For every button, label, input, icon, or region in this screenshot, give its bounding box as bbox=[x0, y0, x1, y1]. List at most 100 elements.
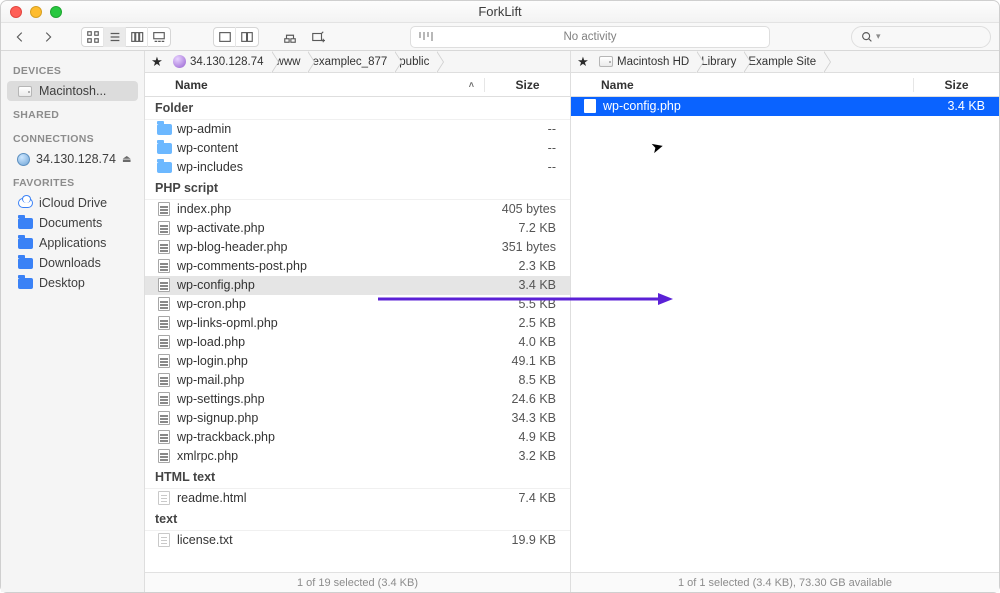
file-row[interactable]: wp-mail.php8.5 KB bbox=[145, 371, 570, 390]
search-icon bbox=[860, 30, 874, 44]
sidebar-item[interactable]: 34.130.128.74⏏ bbox=[7, 149, 138, 169]
view-list-button[interactable] bbox=[104, 27, 126, 47]
path-crumb[interactable]: Macintosh HD bbox=[595, 51, 697, 73]
activity-label: No activity bbox=[563, 31, 616, 43]
sidebar-item[interactable]: Downloads bbox=[7, 253, 138, 273]
favorite-star-icon[interactable]: ★ bbox=[145, 54, 169, 70]
forward-button[interactable] bbox=[37, 27, 59, 47]
file-name: wp-config.php bbox=[603, 99, 904, 113]
file-row[interactable]: wp-content-- bbox=[145, 139, 570, 158]
crumb-label: Macintosh HD bbox=[617, 56, 689, 68]
file-row[interactable]: wp-blog-header.php351 bytes bbox=[145, 238, 570, 257]
file-name: wp-load.php bbox=[177, 335, 475, 349]
activity-bar[interactable]: No activity bbox=[410, 26, 770, 48]
window: ForkLift No activity ▾ bbox=[0, 0, 1000, 593]
chevron-down-icon: ▾ bbox=[876, 31, 881, 42]
file-row[interactable]: license.txt19.9 KB bbox=[145, 531, 570, 550]
view-gallery-button[interactable] bbox=[148, 27, 170, 47]
file-row[interactable]: wp-config.php3.4 KB bbox=[145, 276, 570, 295]
file-name: wp-cron.php bbox=[177, 297, 475, 311]
file-name: wp-mail.php bbox=[177, 373, 475, 387]
file-row[interactable]: wp-links-opml.php2.5 KB bbox=[145, 314, 570, 333]
file-size: 24.6 KB bbox=[475, 392, 560, 406]
file-group-heading: HTML text bbox=[145, 466, 570, 489]
file-row[interactable]: wp-cron.php5.5 KB bbox=[145, 295, 570, 314]
file-size: 4.9 KB bbox=[475, 430, 560, 444]
view-columns-button[interactable] bbox=[126, 27, 148, 47]
sidebar-item[interactable]: iCloud Drive bbox=[7, 193, 138, 213]
file-size: 34.3 KB bbox=[475, 411, 560, 425]
file-size: 49.1 KB bbox=[475, 354, 560, 368]
php-file-icon bbox=[581, 99, 599, 113]
file-row[interactable]: wp-admin-- bbox=[145, 120, 570, 139]
path-crumb[interactable]: examplec_877 bbox=[308, 51, 395, 73]
column-size-header[interactable]: Size bbox=[485, 78, 570, 92]
folder-icon bbox=[17, 217, 33, 229]
sidebar-item[interactable]: Desktop bbox=[7, 273, 138, 293]
back-button[interactable] bbox=[9, 27, 31, 47]
file-row[interactable]: wp-trackback.php4.9 KB bbox=[145, 428, 570, 447]
sidebar: DEVICESMacintosh...SHAREDCONNECTIONS34.1… bbox=[1, 51, 145, 592]
file-row[interactable]: index.php405 bytes bbox=[145, 200, 570, 219]
right-file-list[interactable]: wp-config.php3.4 KB bbox=[571, 97, 999, 572]
window-title: ForkLift bbox=[478, 4, 521, 19]
file-row[interactable]: wp-config.php3.4 KB bbox=[571, 97, 999, 116]
file-row[interactable]: wp-comments-post.php2.3 KB bbox=[145, 257, 570, 276]
sidebar-item[interactable]: Documents bbox=[7, 213, 138, 233]
close-window-button[interactable] bbox=[10, 6, 22, 18]
file-row[interactable]: wp-settings.php24.6 KB bbox=[145, 390, 570, 409]
cloud-icon bbox=[17, 197, 33, 209]
crumb-label: Example Site bbox=[748, 56, 816, 68]
sidebar-item[interactable]: Macintosh... bbox=[7, 81, 138, 101]
hdd-icon bbox=[17, 85, 33, 97]
column-name-header[interactable]: Name bbox=[571, 78, 914, 92]
left-status-bar: 1 of 19 selected (3.4 KB) bbox=[145, 572, 570, 592]
php-file-icon bbox=[155, 202, 173, 216]
sidebar-item[interactable]: Applications bbox=[7, 233, 138, 253]
eject-icon[interactable]: ⏏ bbox=[122, 154, 131, 165]
view-icons-button[interactable] bbox=[82, 27, 104, 47]
column-name-header[interactable]: Name˄ bbox=[145, 78, 485, 92]
globe-icon bbox=[17, 153, 30, 165]
folder-icon bbox=[17, 257, 33, 269]
file-size: 3.4 KB bbox=[475, 278, 560, 292]
folder-icon bbox=[155, 124, 173, 135]
file-row[interactable]: wp-signup.php34.3 KB bbox=[145, 409, 570, 428]
file-name: wp-comments-post.php bbox=[177, 259, 475, 273]
favorite-star-icon[interactable]: ★ bbox=[571, 54, 595, 70]
dual-pane-button[interactable] bbox=[236, 27, 258, 47]
file-name: index.php bbox=[177, 202, 475, 216]
file-row[interactable]: wp-login.php49.1 KB bbox=[145, 352, 570, 371]
toolbar: No activity ▾ bbox=[1, 23, 999, 51]
file-row[interactable]: wp-load.php4.0 KB bbox=[145, 333, 570, 352]
view-mode-segment bbox=[81, 27, 171, 47]
column-size-header[interactable]: Size bbox=[914, 78, 999, 92]
file-name: wp-content bbox=[177, 141, 475, 155]
left-file-list[interactable]: Folderwp-admin--wp-content--wp-includes-… bbox=[145, 97, 570, 572]
file-size: -- bbox=[475, 141, 560, 155]
new-connection-button[interactable] bbox=[307, 27, 329, 47]
search-field[interactable]: ▾ bbox=[851, 26, 991, 48]
file-size: -- bbox=[475, 122, 560, 136]
path-crumb[interactable]: Library bbox=[697, 51, 744, 73]
minimize-window-button[interactable] bbox=[30, 6, 42, 18]
folder-icon bbox=[17, 277, 33, 289]
path-crumb[interactable]: Example Site bbox=[744, 51, 824, 73]
php-file-icon bbox=[155, 430, 173, 444]
path-crumb[interactable]: 34.130.128.74 bbox=[169, 51, 272, 73]
file-name: wp-trackback.php bbox=[177, 430, 475, 444]
single-pane-button[interactable] bbox=[214, 27, 236, 47]
zoom-window-button[interactable] bbox=[50, 6, 62, 18]
crumb-label: www bbox=[276, 56, 301, 68]
right-pathbar: ★ Macintosh HD Library Example Site bbox=[571, 51, 999, 73]
left-pane: ★ 34.130.128.74wwwexamplec_877public Nam… bbox=[145, 51, 571, 592]
file-row[interactable]: xmlrpc.php3.2 KB bbox=[145, 447, 570, 466]
file-row[interactable]: readme.html7.4 KB bbox=[145, 489, 570, 508]
php-file-icon bbox=[155, 449, 173, 463]
file-name: wp-links-opml.php bbox=[177, 316, 475, 330]
file-size: -- bbox=[475, 160, 560, 174]
file-row[interactable]: wp-includes-- bbox=[145, 158, 570, 177]
file-row[interactable]: wp-activate.php7.2 KB bbox=[145, 219, 570, 238]
php-file-icon bbox=[155, 278, 173, 292]
sync-button[interactable] bbox=[279, 27, 301, 47]
